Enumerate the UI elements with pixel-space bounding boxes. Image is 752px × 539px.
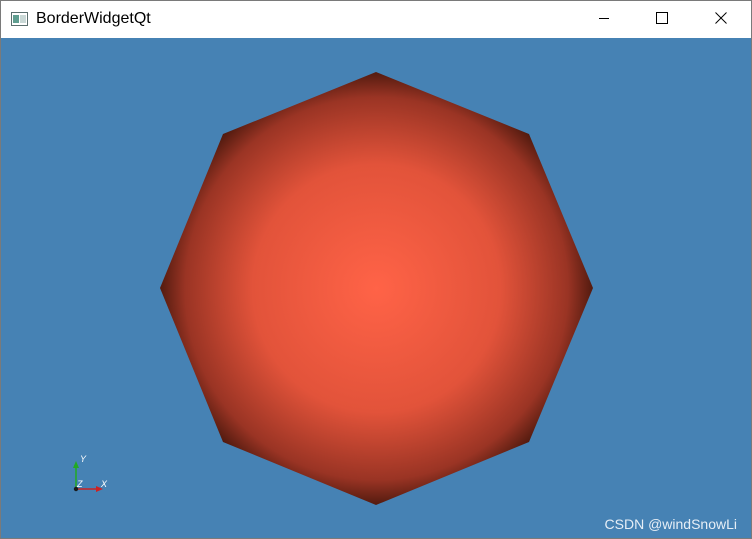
- render-scene: Y Z X: [73, 72, 593, 505]
- y-axis-label: Y: [80, 454, 87, 464]
- maximize-icon: [656, 11, 668, 29]
- z-axis-label: Z: [76, 479, 83, 489]
- minimize-button[interactable]: [581, 1, 627, 38]
- close-button[interactable]: [698, 1, 744, 38]
- window-title: BorderWidgetQt: [36, 10, 151, 27]
- minimize-icon: [598, 11, 610, 29]
- octagon-shape[interactable]: [160, 72, 593, 505]
- y-axis-arrow: [73, 461, 79, 468]
- qt-window-icon: [11, 12, 28, 26]
- watermark-text: CSDN @windSnowLi: [604, 516, 737, 532]
- maximize-button[interactable]: [639, 1, 685, 38]
- app-window: BorderWidgetQt Y Z X CSDN @windSnowLi: [0, 0, 752, 539]
- x-axis-label: X: [100, 479, 108, 489]
- close-icon: [715, 11, 727, 29]
- title-bar[interactable]: BorderWidgetQt: [1, 1, 751, 38]
- orientation-axes-widget: Y Z X: [73, 454, 108, 492]
- render-viewport[interactable]: Y Z X CSDN @windSnowLi: [1, 38, 751, 538]
